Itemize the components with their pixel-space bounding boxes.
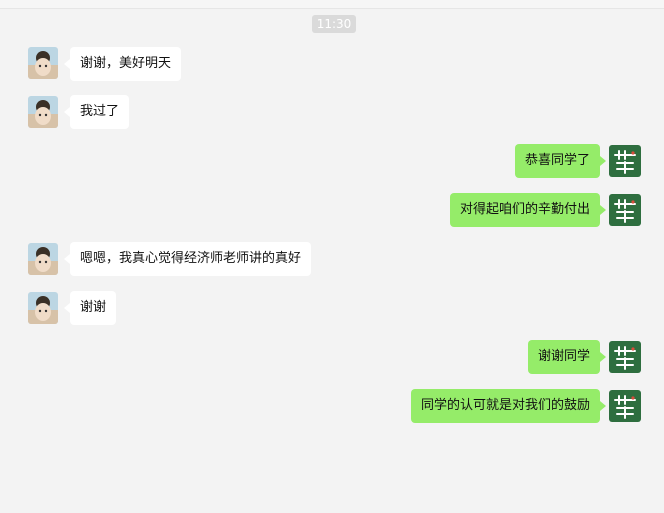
self-avatar-icon [609, 145, 641, 177]
time-divider: 11:30 [312, 15, 356, 33]
message-bubble-outgoing[interactable]: 对得起咱们的辛勤付出 [449, 193, 607, 227]
avatar-self[interactable] [609, 341, 641, 373]
avatar-contact[interactable] [28, 47, 58, 79]
contact-avatar-icon [28, 243, 58, 275]
contact-avatar-icon [28, 96, 58, 128]
window-top-edge [0, 0, 664, 9]
avatar-contact[interactable] [28, 96, 58, 128]
message-bubble-incoming[interactable]: 我过了 [63, 95, 130, 129]
message-bubble-incoming[interactable]: 谢谢 [63, 291, 117, 325]
contact-avatar-icon [28, 292, 58, 324]
contact-avatar-icon [28, 47, 58, 79]
message-bubble-outgoing[interactable]: 恭喜同学了 [514, 144, 607, 178]
avatar-self[interactable] [609, 194, 641, 226]
message-bubble-outgoing[interactable]: 谢谢同学 [527, 340, 607, 374]
message-bubble-incoming[interactable]: 谢谢，美好明天 [63, 47, 182, 81]
avatar-contact[interactable] [28, 243, 58, 275]
avatar-contact[interactable] [28, 292, 58, 324]
message-bubble-incoming[interactable]: 嗯嗯，我真心觉得经济师老师讲的真好 [63, 242, 312, 276]
self-avatar-icon [609, 194, 641, 226]
self-avatar-icon [609, 341, 641, 373]
avatar-self[interactable] [609, 390, 641, 422]
self-avatar-icon [609, 390, 641, 422]
message-bubble-outgoing[interactable]: 同学的认可就是对我们的鼓励 [410, 389, 607, 423]
avatar-self[interactable] [609, 145, 641, 177]
